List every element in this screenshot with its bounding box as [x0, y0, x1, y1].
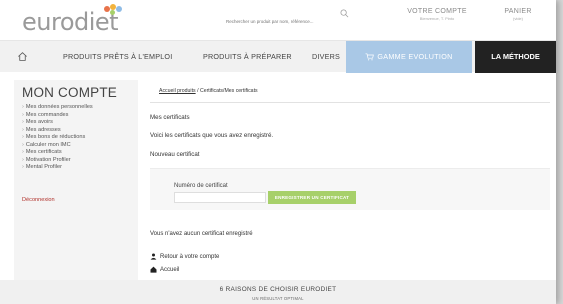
sidebar-item-commandes[interactable]: › Mes commandes [22, 112, 93, 120]
account-menu[interactable]: VOTRE COMPTE Bienvenue, T. Pinto [402, 8, 472, 21]
chevron-right-icon: › [22, 156, 24, 163]
browser-window: eurodiet VOTRE COMPTE Bienvenue, T. Pint… [0, 0, 556, 304]
sidebar-item-adresses[interactable]: › Mes adresses [22, 127, 93, 135]
account-sidebar: MON COMPTE › Mes données personnelles › Me… [14, 80, 138, 304]
breadcrumb: Accueil produits / Certificats/Mes certi… [159, 88, 258, 94]
search-icon[interactable] [340, 9, 349, 18]
home-link[interactable]: Accueil [150, 266, 179, 273]
nav-item-divers[interactable]: DIVERS [312, 41, 340, 73]
logo-text: eurodiet [22, 8, 119, 36]
logo-dot-blue [116, 6, 122, 12]
divider [150, 102, 550, 103]
sidebar-item-bons-reduction[interactable]: › Mes bons de réductions [22, 134, 93, 142]
page-title: Mes certificats [150, 114, 190, 121]
search-box [226, 10, 356, 28]
chevron-right-icon: › [22, 164, 24, 170]
main-nav: PRODUITS PRÊTS À L'EMPLOI PRODUITS À PRÉ… [0, 40, 556, 73]
cart-icon [365, 53, 375, 61]
home-icon [150, 266, 157, 273]
footer-title: 6 RAISONS DE CHOISIR EURODIET [219, 286, 337, 293]
sidebar-item-avoirs[interactable]: › Mes avoirs [22, 119, 93, 127]
empty-state-text: Vous n'avez aucun certificat enregistré [150, 231, 253, 237]
site-header: eurodiet VOTRE COMPTE Bienvenue, T. Pint… [0, 0, 556, 38]
nav-item-pret-emploi[interactable]: PRODUITS PRÊTS À L'EMPLOI [63, 41, 172, 73]
reasons-footer: 6 RAISONS DE CHOISIR EURODIET UN RÉSULTA… [0, 280, 556, 304]
certificate-number-label: Numéro de certificat [174, 183, 228, 189]
account-title: VOTRE COMPTE [407, 8, 467, 15]
user-icon [150, 253, 157, 260]
nav-item-gamme-evolution[interactable]: GAMME EVOLUTION [346, 41, 472, 73]
nav-evolution-label: GAMME EVOLUTION [377, 52, 453, 61]
certificate-form: Numéro de certificat ENREGISTRER UN CERT… [150, 168, 550, 210]
back-to-account-link[interactable]: Retour à votre compte [150, 253, 219, 260]
logout-link[interactable]: Déconnexion [22, 197, 55, 203]
cart-menu[interactable]: PANIER (vide) [493, 8, 543, 21]
logo-dot-green [110, 10, 115, 15]
chevron-right-icon: › [22, 126, 24, 133]
intro-text: Voici les certificats que vous avez enre… [150, 132, 274, 139]
certificate-number-input[interactable] [174, 192, 266, 203]
nav-item-la-methode[interactable]: LA MÉTHODE [475, 41, 556, 73]
sidebar-menu: › Mes données personnelles › Mes commandes… [22, 104, 93, 172]
chevron-right-icon: › [22, 141, 24, 148]
chevron-right-icon: › [22, 149, 24, 155]
home-icon[interactable] [17, 51, 28, 62]
save-certificate-button[interactable]: ENREGISTRER UN CERTIFICAT [268, 191, 356, 204]
new-certificate-heading: Nouveau certificat [150, 151, 200, 158]
footer-subtitle: UN RÉSULTAT OPTIMAL [252, 296, 304, 301]
account-greeting: Bienvenue, T. Pinto [419, 16, 455, 21]
logo[interactable]: eurodiet [22, 4, 122, 36]
nav-item-a-preparer[interactable]: PRODUITS À PRÉPARER [203, 41, 292, 73]
chevron-right-icon: › [22, 119, 24, 125]
sidebar-item-certificats[interactable]: › Mes certificats [22, 149, 93, 157]
chevron-right-icon: › [22, 111, 24, 118]
cart-status: (vide) [512, 16, 523, 21]
sidebar-title: MON COMPTE [22, 85, 117, 100]
sidebar-item-calculer-imc[interactable]: › Calculer mon IMC [22, 142, 93, 150]
breadcrumb-home-link[interactable]: Accueil produits [159, 88, 196, 94]
sidebar-item-donnees-personnelles[interactable]: › Mes données personnelles [22, 104, 93, 112]
breadcrumb-current: / Certificats/Mes certificats [195, 88, 258, 94]
sidebar-item-motivation-profiler[interactable]: › Motivation Profiler [22, 157, 93, 165]
chevron-right-icon: › [22, 134, 24, 140]
chevron-right-icon: › [22, 104, 24, 110]
cart-title: PANIER [504, 8, 532, 15]
sidebar-item-mental-profiler[interactable]: › Mental Profiler [22, 164, 93, 172]
search-input[interactable] [226, 15, 356, 28]
